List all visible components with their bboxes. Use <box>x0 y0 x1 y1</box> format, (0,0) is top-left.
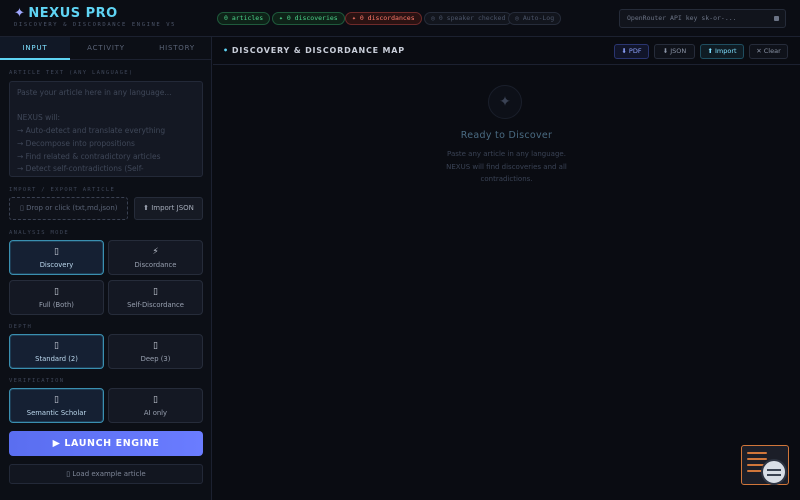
key-status-icon <box>774 16 779 21</box>
mode-discovery-button[interactable]: ▯ Discovery <box>9 240 104 275</box>
import-json-button[interactable]: ⬆ Import JSON <box>134 197 203 220</box>
auto-log-toggle[interactable]: ◎ Auto-Log <box>508 12 562 25</box>
spark-icon: ✦ <box>14 6 26 21</box>
app-header: ✦ NEXUS PRO DISCOVERY & DISCORDANCE ENGIN… <box>0 0 800 37</box>
speaker-checked-text: 0 speaker checked <box>438 14 506 22</box>
mode-self-discordance-button[interactable]: ▯ Self-Discordance <box>108 280 203 315</box>
clear-button[interactable]: ✕ Clear <box>749 44 788 59</box>
mode-discordance-button[interactable]: ⚡ Discordance <box>108 240 203 275</box>
depth-standard-button[interactable]: ▯ Standard (2) <box>9 334 104 369</box>
drop-zone-text: Drop or click (txt,md,json) <box>26 204 118 212</box>
ai-icon: ▯ <box>153 395 158 405</box>
empty-state-description: Paste any article in any language. NEXUS… <box>213 148 800 186</box>
file-drop-zone[interactable]: ▯ Drop or click (txt,md,json) <box>9 197 128 220</box>
magnifier-icon <box>761 459 787 485</box>
mode-label: Self-Discordance <box>127 301 184 309</box>
depth-label: DEPTH <box>9 324 33 330</box>
load-example-text: Load example article <box>72 470 146 478</box>
verify-ai-only-button[interactable]: ▯ AI only <box>108 388 203 423</box>
tab-input[interactable]: INPUT <box>0 37 70 60</box>
deep-icon: ▯ <box>153 341 158 351</box>
article-text-label: ARTICLE TEXT (ANY LANGUAGE) <box>9 70 134 76</box>
full-icon: ▯ <box>54 287 59 297</box>
log-inspector-widget[interactable] <box>741 445 789 485</box>
load-example-button[interactable]: ▯ Load example article <box>9 464 203 484</box>
empty-desc-line: NEXUS will find discoveries and all <box>446 162 567 171</box>
import-export-label: IMPORT / EXPORT ARTICLE <box>9 187 116 193</box>
discordances-count-badge: ✦ 0 discordances <box>345 12 422 25</box>
upload-icon: ⬆ <box>143 204 152 212</box>
map-title-text: DISCOVERY & DISCORDANCE MAP <box>231 46 405 55</box>
bullet-icon: • <box>223 46 229 55</box>
discovery-icon: ▯ <box>54 247 59 257</box>
app-logo: ✦ NEXUS PRO <box>14 6 118 21</box>
logo-text: NEXUS PRO <box>28 6 118 21</box>
empty-state-icon: ✦ <box>488 85 522 119</box>
self-discordance-icon: ▯ <box>153 287 158 297</box>
mode-full-button[interactable]: ▯ Full (Both) <box>9 280 104 315</box>
app-tagline: DISCOVERY & DISCORDANCE ENGINE V5 <box>14 22 177 28</box>
export-json-button[interactable]: ⬇ JSON <box>654 44 695 59</box>
discordances-count-text: 0 discordances <box>359 14 415 22</box>
import-json-text: Import JSON <box>151 204 194 212</box>
depth-deep-button[interactable]: ▯ Deep (3) <box>108 334 203 369</box>
depth-option-label: Deep (3) <box>140 355 171 363</box>
main-toolbar: • DISCOVERY & DISCORDANCE MAP ⬇ PDF ⬇ JSO… <box>213 37 800 65</box>
empty-desc-line: Paste any article in any language. <box>447 150 566 158</box>
empty-desc-line: contradictions. <box>480 175 533 183</box>
article-textarea[interactable]: Paste your article here in any language.… <box>9 81 203 177</box>
verify-semantic-scholar-button[interactable]: ▯ Semantic Scholar <box>9 388 104 423</box>
speaker-checked-badge: ◎ 0 speaker checked <box>424 12 513 25</box>
auto-log-text: Auto-Log <box>522 14 555 22</box>
tab-activity[interactable]: ACTIVITY <box>71 37 141 60</box>
verification-option-label: Semantic Scholar <box>26 409 87 417</box>
export-pdf-button[interactable]: ⬇ PDF <box>614 44 649 59</box>
standard-icon: ▯ <box>54 341 59 351</box>
mode-label: Discordance <box>134 261 177 269</box>
discoveries-count-badge: ✦ 0 discoveries <box>272 12 345 25</box>
analysis-mode-label: ANALYSIS MODE <box>9 230 69 236</box>
depth-option-label: Standard (2) <box>35 355 78 363</box>
mode-label: Discovery <box>39 261 74 269</box>
tab-history[interactable]: HISTORY <box>142 37 212 60</box>
import-button[interactable]: ⬆ Import <box>700 44 744 59</box>
launch-engine-button[interactable]: ▶ LAUNCH ENGINE <box>9 431 203 456</box>
sidebar: INPUT ACTIVITY HISTORY ARTICLE TEXT (ANY… <box>0 37 212 500</box>
lightning-icon: ⚡ <box>152 247 159 257</box>
sidebar-tabs: INPUT ACTIVITY HISTORY <box>0 37 212 60</box>
empty-state-title: Ready to Discover <box>460 130 553 141</box>
api-key-input[interactable]: OpenRouter API key sk-or-... <box>619 9 786 28</box>
discoveries-count-text: 0 discoveries <box>286 14 338 22</box>
verification-option-label: AI only <box>143 409 168 417</box>
main-panel: • DISCOVERY & DISCORDANCE MAP ⬇ PDF ⬇ JSO… <box>213 37 800 500</box>
verification-label: VERIFICATION <box>9 378 65 384</box>
scholar-icon: ▯ <box>54 395 59 405</box>
api-key-placeholder: OpenRouter API key sk-or-... <box>627 14 737 22</box>
mode-label: Full (Both) <box>39 301 74 309</box>
map-title: • DISCOVERY & DISCORDANCE MAP <box>223 46 405 55</box>
articles-count-badge: 0 articles <box>217 12 271 25</box>
